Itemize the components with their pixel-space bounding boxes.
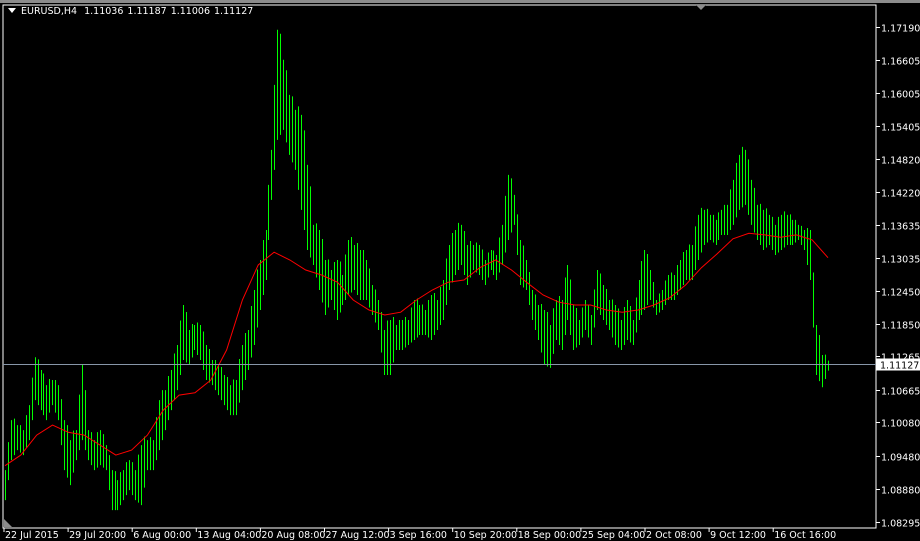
time-axis: 22 Jul 2015 29 Jul 20:00 6 Aug 00:00 13 Aug…: [3, 528, 836, 541]
time-tick-label: 3 Sep 16:00: [390, 530, 447, 541]
time-tick-label: 16 Oct 16:00: [774, 530, 836, 541]
price-tick-label: 1.16605: [881, 57, 920, 68]
price-chart[interactable]: 1.17190 1.16605 1.16005 1.15405 1.14820 1.142…: [0, 0, 920, 541]
moving-average-line: [4, 232, 829, 467]
time-tick-label: 13 Aug 04:00: [197, 530, 261, 541]
time-tick-label: 25 Sep 04:00: [582, 530, 645, 541]
current-price-label: 1.11127: [880, 361, 919, 372]
price-tick-label: 1.10080: [881, 419, 920, 430]
chart-origin-marker-icon: [4, 519, 12, 527]
price-tick-label: 1.14820: [881, 156, 920, 167]
moving-average: [4, 232, 829, 467]
time-tick-label: 2 Oct 08:00: [646, 530, 702, 541]
price-tick-label: 1.13035: [881, 255, 920, 266]
price-tick-label: 1.13635: [881, 222, 920, 233]
time-tick-label: 22 Jul 2015: [5, 530, 59, 541]
price-tick-label: 1.17190: [881, 24, 920, 35]
open-price: 1.11036: [84, 6, 124, 17]
time-tick-label: 9 Oct 12:00: [710, 530, 766, 541]
price-tick-label: 1.08880: [881, 486, 920, 497]
price-tick-label: 1.15405: [881, 123, 920, 134]
symbol-timeframe: EURUSD,H4: [21, 6, 78, 17]
time-tick-label: 10 Sep 20:00: [454, 530, 517, 541]
price-tick-label: 1.16005: [881, 90, 920, 101]
time-tick-label: 29 Jul 20:00: [69, 530, 126, 541]
price-tick-label: 1.09480: [881, 453, 920, 464]
price-bars: [5, 29, 829, 511]
time-tick-label: 18 Sep 00:00: [518, 530, 581, 541]
low-price: 1.11006: [170, 6, 210, 17]
price-tick-label: 1.12450: [881, 288, 920, 299]
time-tick-label: 27 Aug 12:00: [326, 530, 390, 541]
chart-frame: [2, 4, 877, 529]
chart-window[interactable]: 1.17190 1.16605 1.16005 1.15405 1.14820 1.142…: [0, 0, 920, 541]
price-tick-label: 1.14220: [881, 189, 920, 200]
price-axis: 1.17190 1.16605 1.16005 1.15405 1.14820 1.142…: [876, 24, 920, 530]
time-tick-label: 20 Aug 08:00: [261, 530, 325, 541]
price-tick-label: 1.08295: [881, 519, 920, 530]
high-price: 1.11187: [127, 6, 167, 17]
price-tick-label: 1.10665: [881, 387, 920, 398]
chart-title: EURUSD,H4 1.11036 1.11187 1.11006 1.11127: [8, 6, 257, 17]
dropdown-triangle-icon[interactable]: [8, 8, 16, 13]
close-price: 1.11127: [214, 6, 254, 17]
price-tick-label: 1.11850: [881, 321, 920, 332]
chart-shift-marker-icon[interactable]: [696, 5, 706, 10]
time-tick-label: 6 Aug 00:00: [133, 530, 191, 541]
